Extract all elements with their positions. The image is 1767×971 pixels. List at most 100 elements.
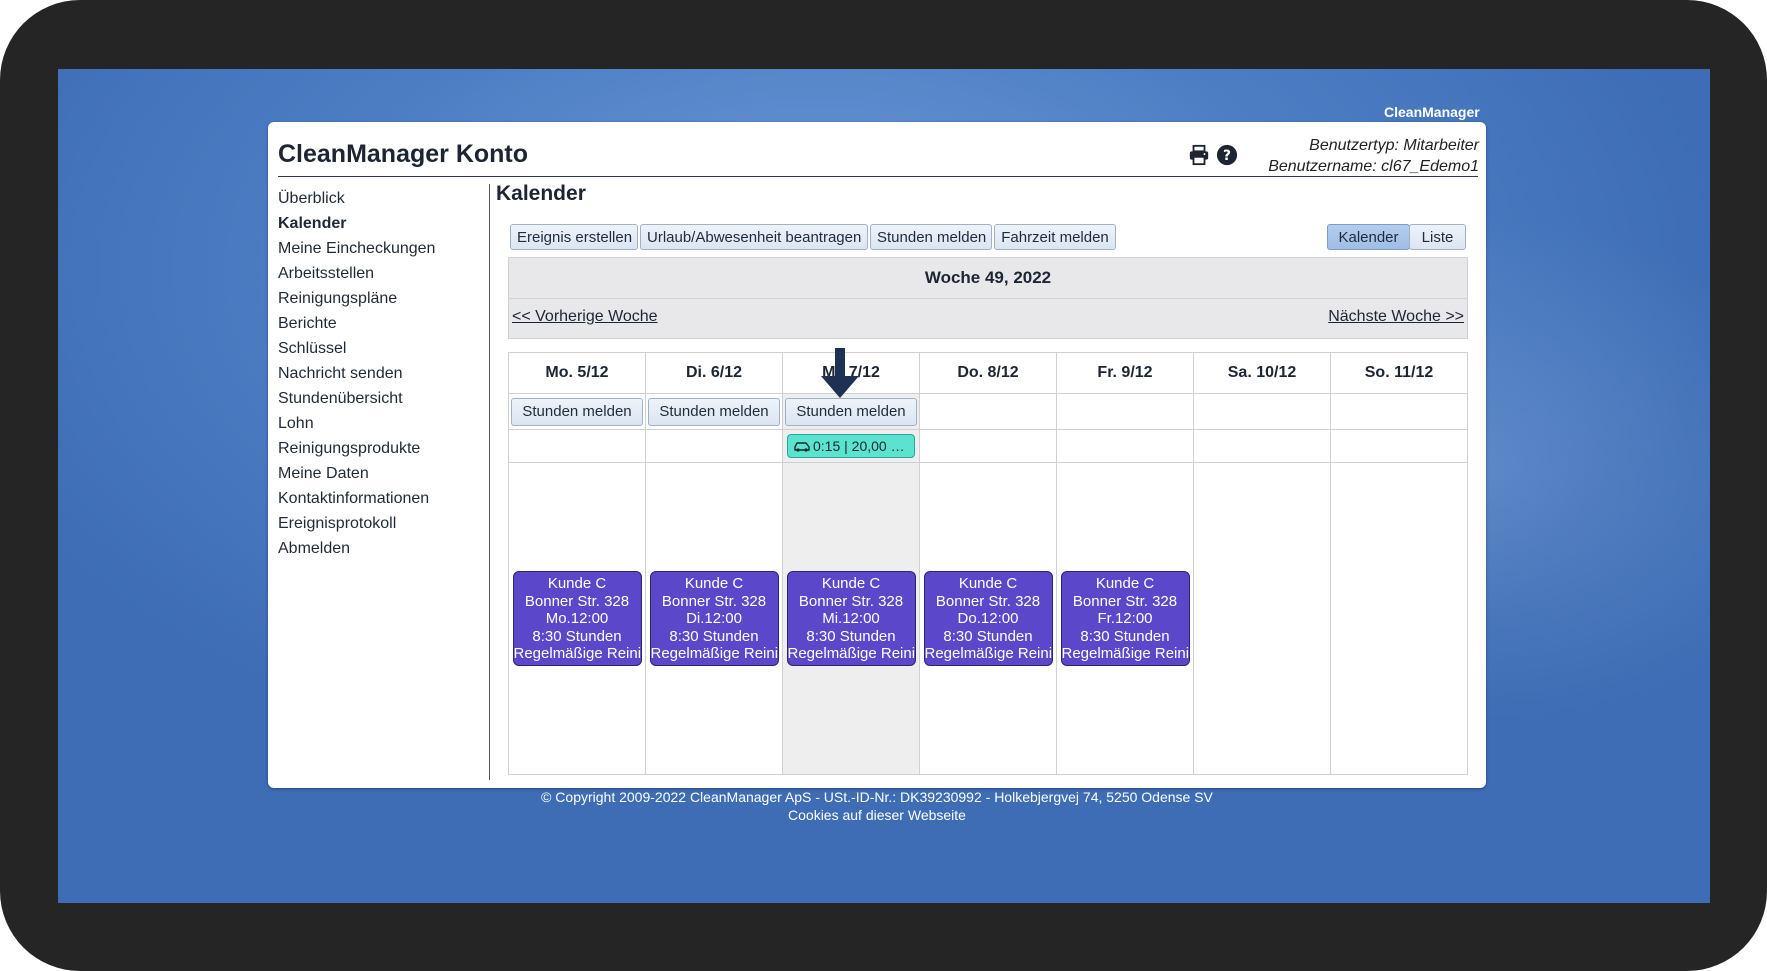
- sidebar-item[interactable]: Berichte: [278, 311, 435, 336]
- username: Benutzername: cl67_Edemo1: [1268, 158, 1479, 175]
- page-header-title: CleanManager Konto: [278, 140, 529, 168]
- event-type: Regelmäßige Reinigung: [1061, 645, 1189, 663]
- report-travel-time-button[interactable]: Fahrzeit melden: [994, 224, 1116, 250]
- section-title: Kalender: [496, 182, 586, 205]
- sidebar-item[interactable]: Nachricht senden: [278, 361, 435, 386]
- event-address: Bonner Str. 328: [798, 592, 904, 610]
- sidebar-item[interactable]: Stundenübersicht: [278, 386, 435, 411]
- day-events-cell: [1193, 462, 1331, 775]
- event-time: Mi.12:00: [822, 610, 880, 628]
- travel-cell: 0:15 | 20,00 …: [782, 429, 920, 463]
- day-header: So. 11/12: [1330, 352, 1468, 394]
- sidebar-item[interactable]: Meine Eincheckungen: [278, 236, 435, 261]
- report-cell: [1330, 393, 1468, 430]
- day-events-cell: Kunde C Bonner Str. 328 Mo.12:00 8:30 Stund…: [508, 462, 646, 775]
- day-header: Mo. 5/12: [508, 352, 646, 394]
- report-cell: Stunden melden: [645, 393, 783, 430]
- car-icon: [794, 442, 810, 452]
- sidebar-item[interactable]: Reinigungsprodukte: [278, 436, 435, 461]
- event-address: Bonner Str. 328: [935, 592, 1041, 610]
- previous-week-link[interactable]: << Vorherige Woche: [512, 308, 658, 326]
- event-duration: 8:30 Stunden: [1080, 627, 1170, 645]
- week-calendar: Mo. 5/12 Di. 6/12 Mi. 7/12 Do. 8/12 Fr. 9/12…: [508, 352, 1468, 775]
- travel-time-text: 0:15 | 20,00 …: [813, 438, 905, 454]
- report-cell: [919, 393, 1057, 430]
- view-calendar-toggle[interactable]: Kalender: [1327, 224, 1410, 250]
- event-time: Di.12:00: [686, 610, 742, 628]
- brand-label: CleanManager: [1384, 104, 1480, 120]
- event-duration: 8:30 Stunden: [943, 627, 1033, 645]
- week-title: Woche 49, 2022: [924, 268, 1052, 287]
- travel-cell: [645, 429, 783, 463]
- day-header-row: Mo. 5/12 Di. 6/12 Mi. 7/12 Do. 8/12 Fr. 9/12…: [508, 352, 1468, 394]
- event-duration: 8:30 Stunden: [806, 627, 896, 645]
- day-events-cell: Kunde C Bonner Str. 328 Do.12:00 8:30 Stund…: [919, 462, 1057, 775]
- sidebar-divider: [489, 184, 490, 780]
- sidebar-nav: Überblick Kalender Meine Eincheckungen Arbe…: [278, 186, 435, 561]
- svg-text:?: ?: [1223, 148, 1231, 164]
- day-events-cell: Kunde C Bonner Str. 328 Di.12:00 8:30 Stund…: [645, 462, 783, 775]
- sidebar-item[interactable]: Schlüssel: [278, 336, 435, 361]
- day-events-cell: Kunde C Bonner Str. 328 Fr.12:00 8:30 Stund…: [1056, 462, 1194, 775]
- event-time: Fr.12:00: [1097, 610, 1153, 628]
- sidebar-item[interactable]: Abmelden: [278, 536, 435, 561]
- calendar-event[interactable]: Kunde C Bonner Str. 328 Do.12:00 8:30 Stund…: [923, 571, 1053, 666]
- report-hours-button[interactable]: Stunden melden: [870, 224, 992, 250]
- device-frame: CleanManager CleanManager Konto ? Benutz…: [0, 0, 1767, 971]
- sidebar-item[interactable]: Kontaktinformationen: [278, 486, 435, 511]
- event-time: Do.12:00: [957, 610, 1019, 628]
- travel-cell: [1056, 429, 1194, 463]
- cookies-link[interactable]: Cookies auf dieser Webseite: [788, 807, 966, 823]
- header-divider: [278, 176, 1478, 177]
- report-cell: Stunden melden: [508, 393, 646, 430]
- event-duration: 8:30 Stunden: [669, 627, 759, 645]
- account-panel: CleanManager Konto ? Benutzertyp: Mitarb…: [268, 122, 1486, 788]
- day-header: Sa. 10/12: [1193, 352, 1331, 394]
- day-header: Di. 6/12: [645, 352, 783, 394]
- event-customer: Kunde C: [958, 575, 1018, 593]
- create-event-button[interactable]: Ereignis erstellen: [510, 224, 638, 250]
- event-customer: Kunde C: [821, 575, 881, 593]
- sidebar-item[interactable]: Überblick: [278, 186, 435, 211]
- sidebar-item[interactable]: Arbeitsstellen: [278, 261, 435, 286]
- week-divider: [509, 298, 1467, 299]
- sidebar-item[interactable]: Kalender: [278, 211, 435, 236]
- next-week-link[interactable]: Nächste Woche >>: [1328, 308, 1464, 326]
- event-customer: Kunde C: [684, 575, 744, 593]
- event-address: Bonner Str. 328: [1072, 592, 1178, 610]
- events-row: Kunde C Bonner Str. 328 Mo.12:00 8:30 Stund…: [508, 462, 1468, 775]
- event-address: Bonner Str. 328: [661, 592, 767, 610]
- event-type: Regelmäßige Reinigung: [650, 645, 778, 663]
- sidebar-item[interactable]: Meine Daten: [278, 461, 435, 486]
- request-leave-button[interactable]: Urlaub/Abwesenheit beantragen: [640, 224, 868, 250]
- view-list-toggle[interactable]: Liste: [1409, 224, 1466, 250]
- travel-row: 0:15 | 20,00 …: [508, 429, 1468, 463]
- calendar-event[interactable]: Kunde C Bonner Str. 328 Di.12:00 8:30 Stund…: [649, 571, 779, 666]
- day-events-cell: [1330, 462, 1468, 775]
- user-info: Benutzertyp: Mitarbeiter Benutzername: c…: [1268, 135, 1479, 177]
- calendar-event[interactable]: Kunde C Bonner Str. 328 Mo.12:00 8:30 Stund…: [512, 571, 642, 666]
- travel-time-badge[interactable]: 0:15 | 20,00 …: [787, 434, 915, 458]
- event-time: Mo.12:00: [545, 610, 609, 628]
- travel-cell: [508, 429, 646, 463]
- event-type: Regelmäßige Reinigung: [924, 645, 1052, 663]
- sidebar-item[interactable]: Ereignisprotokoll: [278, 511, 435, 536]
- event-customer: Kunde C: [1095, 575, 1155, 593]
- day-header: Do. 8/12: [919, 352, 1057, 394]
- day-report-hours-button[interactable]: Stunden melden: [648, 397, 780, 426]
- report-cell: [1193, 393, 1331, 430]
- calendar-event[interactable]: Kunde C Bonner Str. 328 Mi.12:00 8:30 Stund…: [786, 571, 916, 666]
- event-customer: Kunde C: [547, 575, 607, 593]
- day-events-cell: Kunde C Bonner Str. 328 Mi.12:00 8:30 Stund…: [782, 462, 920, 775]
- report-hours-row: Stunden melden Stunden melden Stunden meld…: [508, 393, 1468, 430]
- event-type: Regelmäßige Reinigung: [513, 645, 641, 663]
- calendar-event[interactable]: Kunde C Bonner Str. 328 Fr.12:00 8:30 Stund…: [1060, 571, 1190, 666]
- travel-cell: [1193, 429, 1331, 463]
- help-icon[interactable]: ?: [1216, 144, 1238, 166]
- travel-cell: [919, 429, 1057, 463]
- sidebar-item[interactable]: Lohn: [278, 411, 435, 436]
- sidebar-item[interactable]: Reinigungspläne: [278, 286, 435, 311]
- print-icon[interactable]: [1188, 144, 1210, 166]
- day-report-hours-button[interactable]: Stunden melden: [511, 397, 643, 426]
- event-duration: 8:30 Stunden: [532, 627, 622, 645]
